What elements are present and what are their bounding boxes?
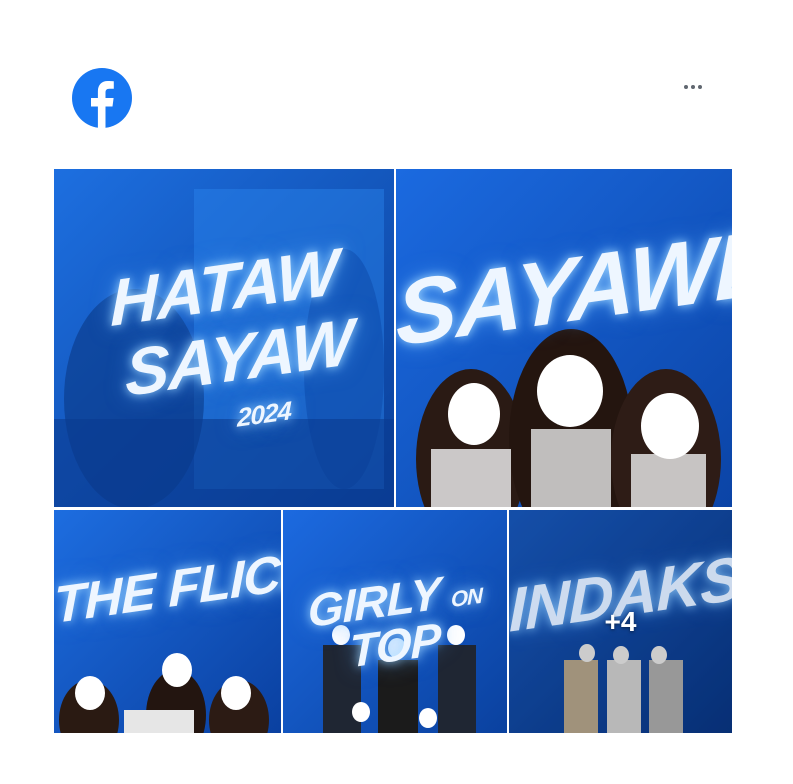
photo-tile-the-flicker[interactable]: THE FLICKER	[54, 510, 281, 733]
photo-tile-sayawe[interactable]: SAYAWE	[396, 169, 732, 507]
photo-tile-hataw-sayaw[interactable]: HATAW SAYAW 2024	[54, 169, 394, 507]
more-horizontal-icon	[698, 85, 702, 89]
more-horizontal-icon	[691, 85, 695, 89]
photo-tile-girly-on-top[interactable]: GIRLY ON TOP	[283, 510, 507, 733]
more-options-button[interactable]	[676, 76, 710, 98]
more-photos-count[interactable]: +4	[509, 606, 732, 638]
facebook-logo-icon[interactable]	[72, 68, 132, 128]
more-horizontal-icon	[684, 85, 688, 89]
photo-tile-indaks[interactable]: INDAKS +4	[509, 510, 732, 733]
post-header	[0, 0, 793, 160]
